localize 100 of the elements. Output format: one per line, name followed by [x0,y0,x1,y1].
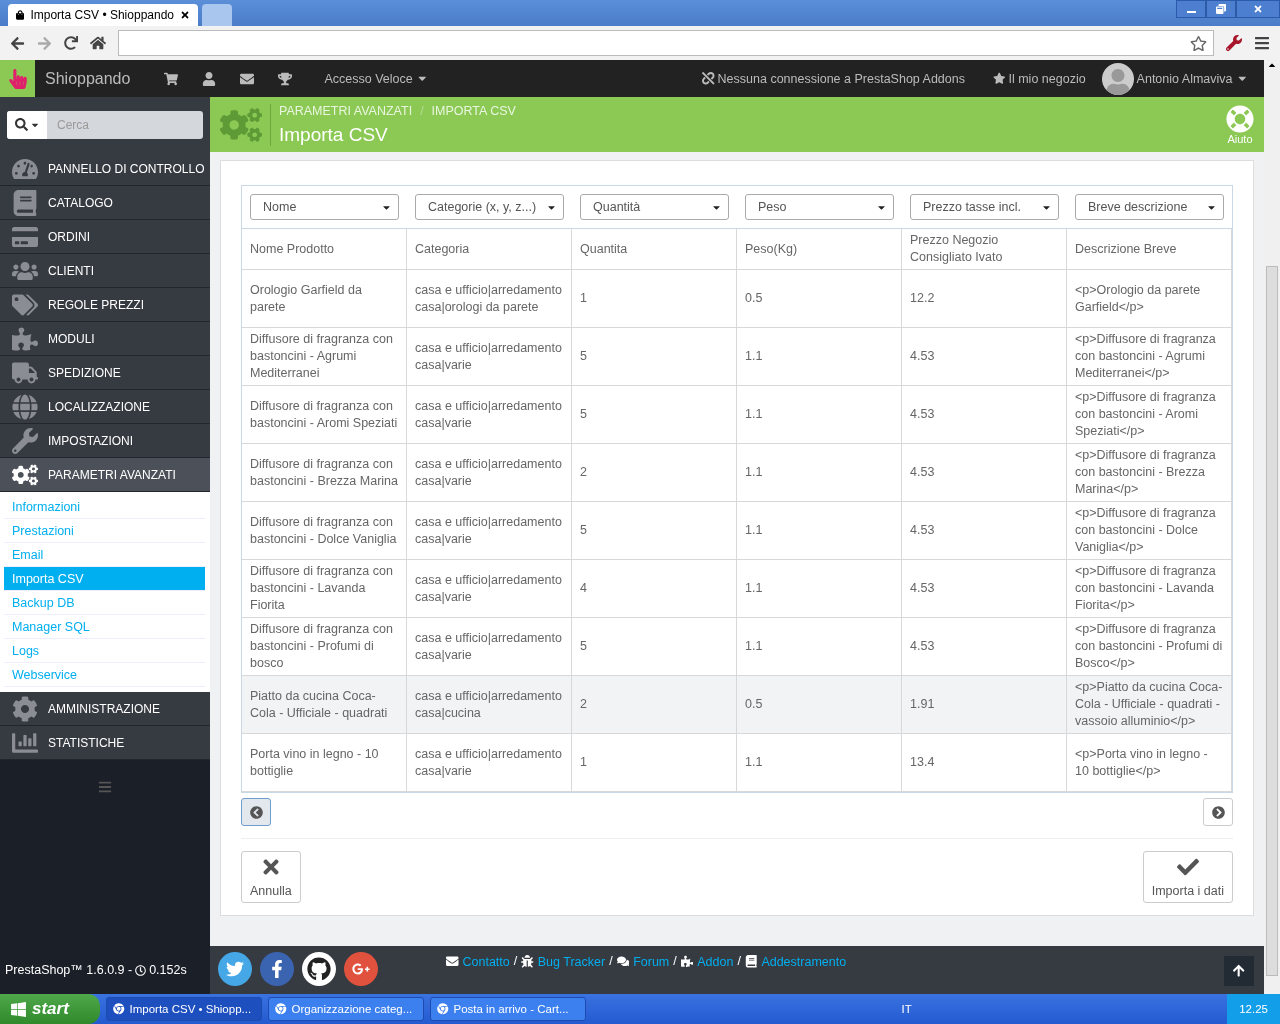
sidebar-item[interactable]: STATISTICHE [0,726,210,760]
table-cell: Porta vino in legno - 10 bottiglie [242,734,407,792]
load-time: 0.152s [149,963,187,977]
twitter-icon[interactable] [218,952,252,986]
google-plus-icon[interactable] [344,952,378,986]
search-icon[interactable] [14,118,28,131]
sidebar-item[interactable]: PARAMETRI AVANZATI [0,458,210,492]
table-cell: 2 [572,676,737,734]
globe-icon [10,393,40,420]
search-field[interactable]: Cerca [7,110,203,139]
minimize-button[interactable] [1176,0,1206,18]
sidebar-item[interactable]: CATALOGO [0,186,210,220]
taskbar-item[interactable]: Posta in arrivo - Cart... [430,997,586,1021]
sidebar-label[interactable]: PARAMETRI AVANZATI [48,467,176,482]
next-button[interactable] [1203,798,1233,826]
sidebar-item[interactable]: AMMINISTRAZIONE [0,692,210,726]
footer-link[interactable]: Addon [697,954,734,969]
sidebar-label[interactable]: CATALOGO [48,195,113,210]
cart-icon[interactable] [164,71,179,86]
footer-link[interactable]: Addestramento [761,954,847,969]
user-menu[interactable]: Antonio Almaviva [1136,71,1233,86]
browser-tab[interactable]: Importa CSV • Shioppando [8,4,198,26]
sidebar-label[interactable]: REGOLE PREZZI [48,297,145,312]
taskbar-item[interactable]: Organizzazione categ... [268,997,424,1021]
shop-name[interactable]: Shioppando [45,69,131,88]
close-icon[interactable] [180,10,190,20]
trophy-icon[interactable] [278,71,293,86]
column-select[interactable]: Nome [250,194,399,220]
addons-status[interactable]: Nessuna connessione a PrestaShop Addons [717,71,965,86]
table-cell: Piatto da cucina Coca-Cola - Ufficiale - quadrati [242,676,407,734]
my-shop-link[interactable]: Il mio negozio [1008,71,1086,86]
puzzle-icon [680,955,694,968]
chat-icon [616,955,630,968]
sidebar-label[interactable]: LOCALIZZAZIONE [48,399,151,414]
sidebar-label[interactable]: PANNELLO DI CONTROLLO [48,161,205,176]
sidebar-label[interactable]: AMMINISTRAZIONE [48,701,160,716]
footer-link[interactable]: Contatto [462,954,510,969]
table-cell: <p>Diffusore di fragranza con bastoncini - Lavanda Fiorita</p> [1067,560,1232,618]
table-cell: 5 [572,618,737,676]
table-cell: 1.1 [737,618,902,676]
column-select[interactable]: Prezzo tasse incl. [910,194,1059,220]
home-icon[interactable] [90,35,106,51]
back-icon[interactable] [10,35,25,51]
language-indicator[interactable]: IT [901,1003,912,1015]
start-button[interactable]: start [0,994,100,1024]
column-select[interactable]: Peso [745,194,894,220]
sidebar-item[interactable]: CLIENTI [0,254,210,288]
cancel-button[interactable]: Annulla [241,851,301,903]
table-cell: 0.5 [737,270,902,328]
scrollbar[interactable] [1264,60,1280,994]
column-select[interactable]: Quantità [580,194,729,220]
sidebar-label[interactable]: CLIENTI [48,263,94,278]
table-cell: <p>Diffusore di fragranza con bastoncini - Brezza Marina</p> [1067,444,1232,502]
avatar-icon[interactable] [1101,62,1134,95]
restore-icon [1216,4,1226,14]
table-cell: 2 [572,444,737,502]
broken-link-icon [702,72,715,85]
taskbar-item[interactable]: Importa CSV • Shiopp... [106,997,262,1021]
link-separator: / [513,954,518,970]
sidebar-item[interactable]: IMPOSTAZIONI [0,424,210,458]
column-header: Nome Prodotto [242,229,407,270]
column-select[interactable]: Categorie (x, y, z...) [415,194,564,220]
wrench-icon[interactable] [1226,35,1242,51]
chevron-left-icon [249,805,263,819]
envelope-icon[interactable] [240,71,255,86]
arrow-up-icon [1232,964,1246,978]
table-cell: 4 [572,560,737,618]
table-cell: 4.53 [902,328,1067,386]
sidebar-label[interactable]: ORDINI [48,229,90,244]
sidebar-label[interactable]: STATISTICHE [48,735,125,750]
browser-icon [275,1003,287,1015]
sidebar-item[interactable]: MODULI [0,322,210,356]
sidebar-item[interactable]: PANNELLO DI CONTROLLO [0,152,210,186]
footer-link[interactable]: Bug Tracker [537,954,606,969]
version-text: PrestaShop™ 1.6.0.9 - [5,963,133,977]
wrench-icon [10,427,40,454]
sidebar-label[interactable]: MODULI [48,331,95,346]
sidebar-item[interactable]: REGOLE PREZZI [0,288,210,322]
star-icon[interactable] [1190,34,1207,52]
sidebar-label[interactable]: SPEDIZIONE [48,365,121,380]
reload-icon[interactable] [64,36,78,50]
maximize-button[interactable] [1206,0,1236,18]
previous-button[interactable] [241,798,271,826]
link-separator: / [673,954,677,970]
sidebar-item[interactable]: ORDINI [0,220,210,254]
user-icon[interactable] [202,71,217,86]
facebook-icon[interactable] [260,952,294,986]
scroll-top-button[interactable] [1224,956,1254,986]
footer-link[interactable]: Forum [633,954,670,969]
table-cell: 5 [572,502,737,560]
close-button[interactable] [1236,0,1280,18]
column-select[interactable]: Breve descrizione [1075,194,1224,220]
import-button[interactable]: Importa i dati [1142,851,1233,903]
sidebar-label[interactable]: IMPOSTAZIONI [48,433,134,448]
quick-access-menu[interactable]: Accesso Veloce [324,71,413,86]
github-icon[interactable] [302,952,336,986]
browser-icon [113,1003,125,1015]
sidebar-item[interactable]: LOCALIZZAZIONE [0,390,210,424]
sidebar-item[interactable]: SPEDIZIONE [0,356,210,390]
column-header: Prezzo Negozio Consigliato Ivato [902,229,1067,270]
